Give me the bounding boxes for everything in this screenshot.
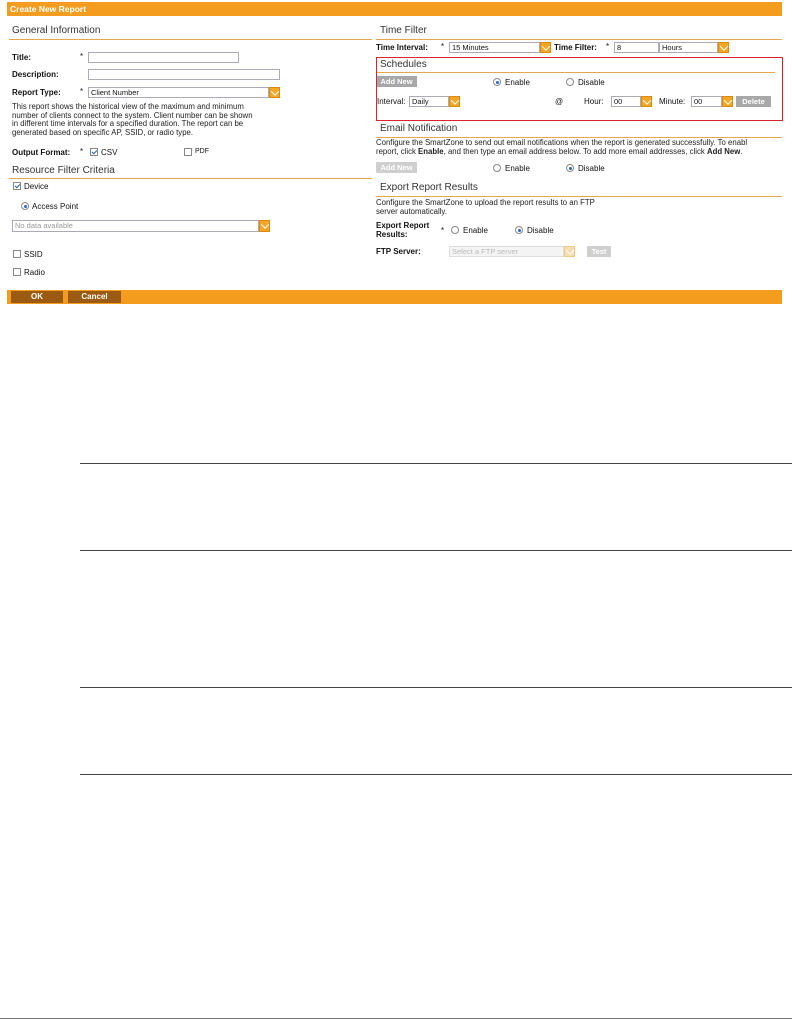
- dialog-title: Create New Report: [7, 2, 782, 16]
- output-format-label: Output Format:: [12, 148, 71, 157]
- desc-bold-add-new: Add New: [706, 148, 741, 156]
- pdf-label: PDF: [195, 148, 209, 155]
- email-enable-radio[interactable]: [493, 164, 501, 172]
- time-interval-label: Time Interval:: [376, 43, 428, 52]
- required-mark: *: [441, 226, 445, 235]
- time-filter-heading: Time Filter: [380, 25, 427, 36]
- ssid-label: SSID: [24, 250, 43, 259]
- email-description-line1: Configure the SmartZone to send out emai…: [376, 139, 748, 147]
- export-enable-radio[interactable]: [451, 226, 459, 234]
- report-description-text: This report shows the historical view of…: [12, 102, 253, 137]
- email-notification-heading: Email Notification: [380, 123, 458, 134]
- desc-line: generated based on specific AP, SSID, or…: [12, 127, 194, 137]
- dialog-footer: OK Cancel: [7, 290, 782, 304]
- report-type-select[interactable]: Client Number: [88, 87, 269, 98]
- email-add-new-button[interactable]: Add New: [376, 162, 417, 173]
- time-filter-input[interactable]: 8: [614, 42, 659, 53]
- email-disable-radio[interactable]: [566, 164, 574, 172]
- page-bottom-rule: [0, 1018, 792, 1019]
- radio-checkbox[interactable]: [13, 268, 21, 276]
- schedules-highlight-box: [376, 57, 783, 121]
- cancel-button[interactable]: Cancel: [68, 291, 121, 303]
- general-info-heading: General Information: [12, 25, 101, 36]
- required-mark: *: [441, 42, 445, 51]
- desc-text: .: [740, 148, 743, 156]
- device-checkbox[interactable]: [13, 182, 21, 190]
- radio-type-label: Radio: [24, 268, 45, 277]
- title-label: Title:: [12, 53, 31, 62]
- export-results-divider: [376, 196, 782, 197]
- ftp-test-button[interactable]: Test: [587, 246, 611, 257]
- ok-button[interactable]: OK: [11, 291, 63, 303]
- label-line: Results:: [376, 229, 408, 239]
- title-input[interactable]: [88, 52, 239, 63]
- page-divider: [80, 774, 792, 775]
- time-interval-select[interactable]: 15 Minutes: [449, 42, 540, 53]
- access-point-label: Access Point: [32, 202, 79, 211]
- description-input[interactable]: [88, 69, 280, 80]
- general-info-divider: [9, 39, 372, 40]
- device-label: Device: [24, 182, 49, 191]
- time-filter-label: Time Filter:: [554, 43, 597, 52]
- ssid-checkbox[interactable]: [13, 250, 21, 258]
- access-point-dropdown-icon[interactable]: [259, 220, 270, 232]
- export-description: Configure the SmartZone to upload the re…: [376, 198, 595, 216]
- desc-line: server automatically.: [376, 206, 447, 216]
- report-type-dropdown-icon[interactable]: [269, 87, 280, 98]
- pdf-checkbox[interactable]: [184, 148, 192, 156]
- time-filter-unit-dropdown-icon[interactable]: [718, 42, 729, 53]
- access-point-select[interactable]: No data available: [12, 220, 259, 232]
- ftp-server-label: FTP Server:: [376, 247, 421, 256]
- export-results-heading: Export Report Results: [380, 182, 478, 193]
- ftp-server-dropdown-icon[interactable]: [564, 246, 575, 257]
- export-disable-radio[interactable]: [515, 226, 523, 234]
- required-mark: *: [80, 147, 84, 156]
- email-notification-divider: [376, 137, 782, 138]
- time-filter-unit-select[interactable]: Hours: [659, 42, 718, 53]
- time-filter-divider: [376, 39, 782, 40]
- page-divider: [80, 687, 792, 688]
- required-mark: *: [80, 87, 84, 96]
- required-mark: *: [80, 52, 84, 61]
- export-disable-label: Disable: [527, 226, 554, 235]
- resource-filter-heading: Resource Filter Criteria: [12, 165, 115, 176]
- email-enable-label: Enable: [505, 164, 530, 173]
- page-divider: [80, 550, 792, 551]
- desc-text: report, click: [376, 148, 419, 156]
- email-disable-label: Disable: [578, 164, 605, 173]
- required-mark: *: [606, 42, 610, 51]
- csv-checkbox[interactable]: [90, 148, 98, 156]
- ftp-server-select[interactable]: Select a FTP server: [449, 246, 564, 257]
- time-interval-dropdown-icon[interactable]: [540, 42, 551, 53]
- create-report-dialog: Create New Report General Information Ti…: [7, 2, 783, 304]
- access-point-radio[interactable]: [21, 202, 29, 210]
- export-results-label: Export Report Results:: [376, 221, 429, 239]
- export-enable-label: Enable: [463, 226, 488, 235]
- desc-text: , and then type an email address below. …: [443, 148, 707, 156]
- page-divider: [80, 463, 792, 464]
- report-type-label: Report Type:: [12, 88, 61, 97]
- desc-bold-enable: Enable: [418, 148, 444, 156]
- resource-filter-divider: [9, 178, 372, 179]
- email-description-line2: report, click Enable, and then type an e…: [376, 148, 782, 157]
- description-label: Description:: [12, 70, 59, 79]
- csv-label: CSV: [101, 148, 118, 157]
